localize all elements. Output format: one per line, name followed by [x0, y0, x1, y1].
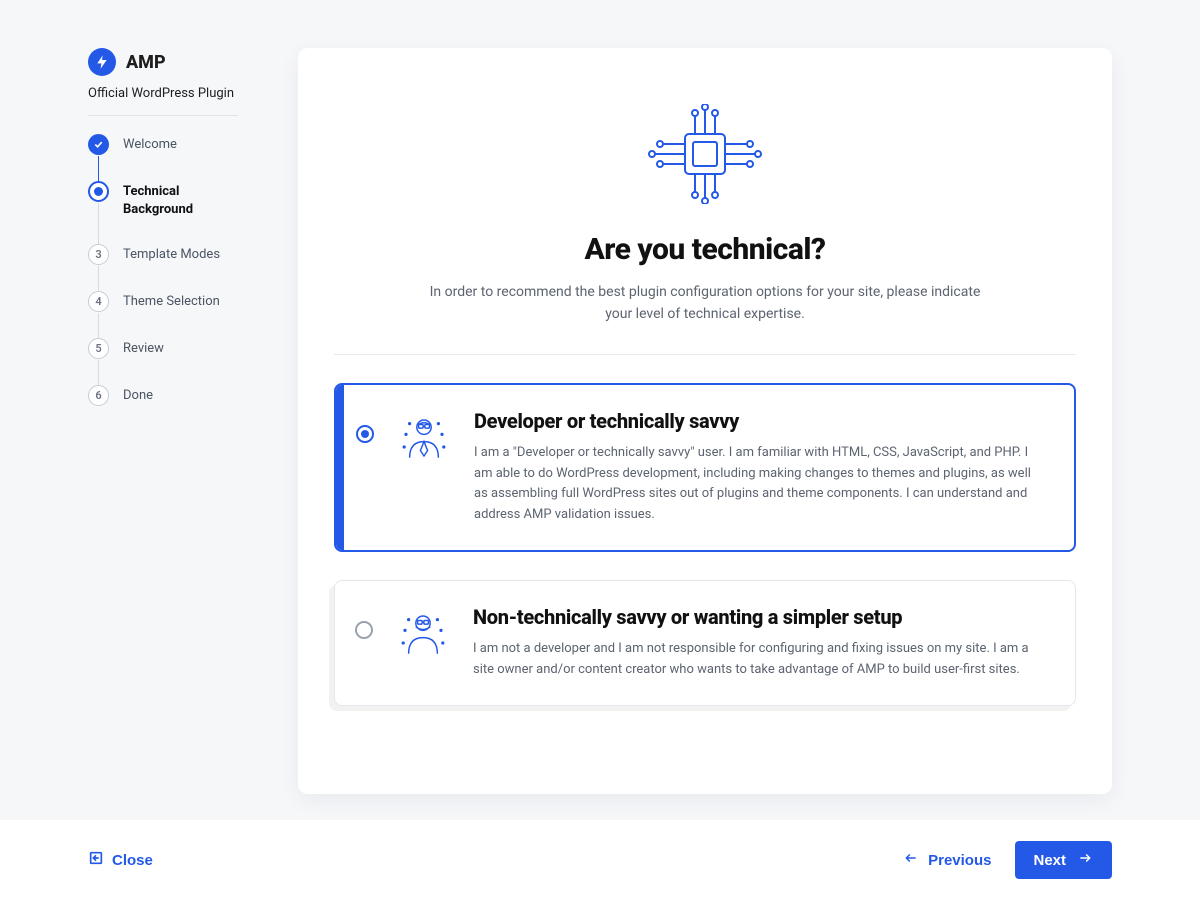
option-title: Non-technically savvy or wanting a simpl…: [473, 605, 1047, 629]
brand-subtitle: Official WordPress Plugin: [88, 86, 238, 101]
step-number: 4: [88, 291, 109, 312]
option-body: Developer or technically savvy I am a "De…: [474, 409, 1046, 526]
step-connector: [98, 203, 99, 246]
previous-button[interactable]: Previous: [902, 851, 991, 869]
close-label: Close: [112, 852, 153, 869]
step-theme-selection[interactable]: 4 Theme Selection: [88, 291, 238, 338]
step-label: Technical Background: [123, 181, 238, 218]
option-title: Developer or technically savvy: [474, 409, 1046, 433]
step-technical-background[interactable]: Technical Background: [88, 181, 238, 244]
amp-logo-icon: [88, 48, 116, 76]
arrow-left-icon: [902, 851, 920, 869]
radio-icon: [355, 621, 373, 639]
step-welcome[interactable]: Welcome: [88, 134, 238, 181]
step-label: Done: [123, 385, 153, 405]
brand-name: AMP: [126, 52, 166, 73]
card-divider: [334, 354, 1076, 355]
step-label: Review: [123, 338, 164, 358]
person-icon: [395, 605, 451, 661]
option-description: I am not a developer and I am not respon…: [473, 639, 1047, 681]
step-number: 3: [88, 244, 109, 265]
sidebar-divider: [88, 115, 238, 116]
step-review[interactable]: 5 Review: [88, 338, 238, 385]
step-number: 6: [88, 385, 109, 406]
step-connector: [98, 266, 99, 293]
step-number: [88, 181, 109, 202]
step-connector: [98, 156, 99, 183]
previous-label: Previous: [928, 852, 991, 869]
option-body: Non-technically savvy or wanting a simpl…: [473, 605, 1047, 681]
wizard-card: Are you technical? In order to recommend…: [298, 48, 1112, 794]
hero: Are you technical? In order to recommend…: [334, 104, 1076, 326]
page-title: Are you technical?: [334, 232, 1076, 267]
options-group: Developer or technically savvy I am a "De…: [334, 383, 1076, 706]
step-label: Template Modes: [123, 244, 220, 264]
option-description: I am a "Developer or technically savvy" …: [474, 443, 1046, 526]
step-done[interactable]: 6 Done: [88, 385, 238, 406]
wizard-steps: Welcome Technical Background 3 Template Mod…: [88, 134, 238, 406]
close-icon: [88, 850, 104, 870]
step-connector: [98, 360, 99, 387]
page-description: In order to recommend the best plugin co…: [425, 281, 985, 326]
step-label: Theme Selection: [123, 291, 220, 311]
next-label: Next: [1033, 852, 1066, 869]
radio-icon: [356, 425, 374, 443]
circuit-chip-icon: [334, 104, 1076, 204]
next-button[interactable]: Next: [1015, 841, 1112, 879]
step-number: 5: [88, 338, 109, 359]
step-template-modes[interactable]: 3 Template Modes: [88, 244, 238, 291]
option-nontechnical[interactable]: Non-technically savvy or wanting a simpl…: [334, 580, 1076, 706]
brand: AMP: [88, 48, 238, 76]
step-label: Welcome: [123, 134, 177, 154]
option-developer[interactable]: Developer or technically savvy I am a "De…: [334, 383, 1076, 552]
arrow-right-icon: [1076, 851, 1094, 869]
wizard-sidebar: AMP Official WordPress Plugin Welcome Tec…: [88, 48, 238, 794]
close-button[interactable]: Close: [88, 850, 153, 870]
person-icon: [396, 409, 452, 465]
wizard-footer: Close Previous Next: [0, 820, 1200, 900]
check-icon: [88, 134, 109, 155]
step-connector: [98, 313, 99, 340]
